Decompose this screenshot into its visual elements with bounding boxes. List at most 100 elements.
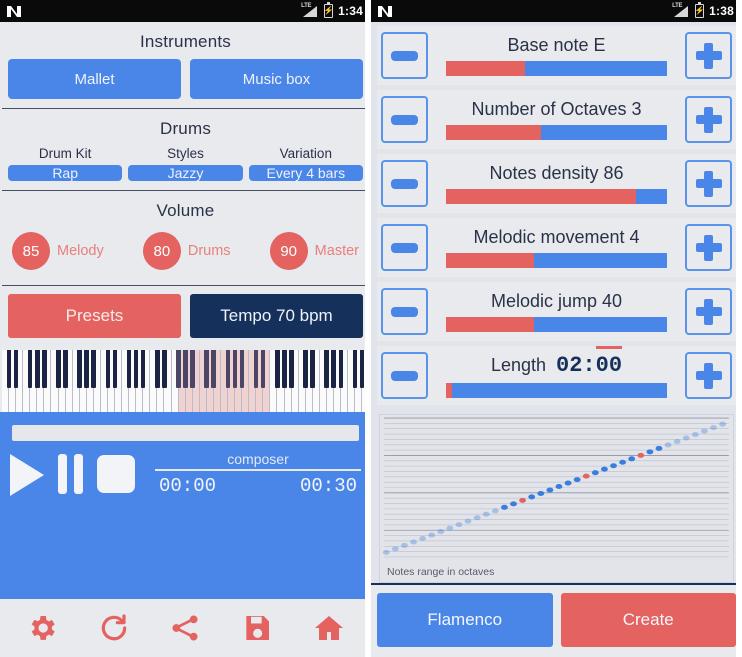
piano-white-key[interactable] [242,350,250,412]
piano-white-key[interactable] [220,350,228,412]
param-slider[interactable] [445,61,668,76]
piano-white-key[interactable] [185,350,193,412]
param-slider[interactable] [445,189,668,204]
piano-white-key[interactable] [136,350,144,412]
piano-white-key[interactable] [171,350,179,412]
piano-white-key[interactable] [355,350,363,412]
piano-white-key[interactable] [199,350,207,412]
piano-white-key[interactable] [150,350,158,412]
pause-icon[interactable] [58,454,83,494]
piano-white-key[interactable] [291,350,299,412]
param-slider[interactable] [445,253,668,268]
piano-white-key[interactable] [178,350,186,412]
decrement-button[interactable] [381,32,428,79]
piano-white-key[interactable] [319,350,327,412]
piano-white-key[interactable] [164,350,172,412]
instrument-music-box-button[interactable]: Music box [190,59,363,99]
volume-drums-value[interactable]: 80 [142,232,181,270]
drum-kit-value-button[interactable]: Rap [8,165,123,181]
flamenco-style-button[interactable]: Flamenco [377,593,553,647]
piano-white-key[interactable] [228,350,236,412]
volume-master-value[interactable]: 90 [269,232,308,270]
volume-master[interactable]: 90 Master [269,232,359,270]
piano-white-key[interactable] [23,350,31,412]
piano-white-key[interactable] [263,350,271,412]
seek-slider[interactable] [12,425,359,441]
piano-white-key[interactable] [277,350,285,412]
piano-white-key[interactable] [270,350,278,412]
minus-icon [391,178,418,189]
presets-button[interactable]: Presets [8,294,181,338]
piano-white-key[interactable] [284,350,292,412]
param-slider[interactable] [445,125,668,140]
increment-button[interactable] [685,288,732,335]
piano-white-key[interactable] [235,350,243,412]
piano-white-key[interactable] [249,350,257,412]
drum-variation-value-button[interactable]: Every 4 bars [248,165,363,181]
length-value[interactable]: 02:00 [556,346,623,378]
decrement-button[interactable] [381,96,428,143]
save-icon[interactable] [235,606,279,650]
piano-white-key[interactable] [157,350,165,412]
stop-icon[interactable] [97,455,135,493]
increment-button[interactable] [685,160,732,207]
piano-white-key[interactable] [72,350,80,412]
increment-button[interactable] [685,224,732,271]
home-icon[interactable] [307,606,351,650]
active-field-underline [596,346,623,349]
piano-white-key[interactable] [79,350,87,412]
param-slider[interactable] [445,317,668,332]
piano-white-key[interactable] [206,350,214,412]
settings-gear-icon[interactable] [20,606,64,650]
piano-white-key[interactable] [341,350,349,412]
decrement-button[interactable] [381,160,428,207]
piano-white-key[interactable] [30,350,38,412]
piano-white-key[interactable] [326,350,334,412]
increment-button[interactable] [685,32,732,79]
increment-button[interactable] [685,96,732,143]
elapsed-time: 00:00 [159,475,217,497]
piano-keyboard[interactable] [0,346,371,412]
drum-kit-column: Drum Kit Rap [8,146,123,181]
share-icon[interactable] [163,606,207,650]
refresh-icon[interactable] [92,606,136,650]
create-button[interactable]: Create [560,593,736,647]
volume-melody[interactable]: 85 Melody [12,232,104,270]
piano-white-key[interactable] [93,350,101,412]
piano-white-key[interactable] [100,350,108,412]
piano-white-key[interactable] [86,350,94,412]
piano-keys[interactable] [2,350,369,412]
piano-white-key[interactable] [9,350,17,412]
piano-white-key[interactable] [51,350,59,412]
drum-styles-value-button[interactable]: Jazzy [128,165,243,181]
instrument-mallet-button[interactable]: Mallet [8,59,181,99]
play-icon[interactable] [10,454,44,496]
piano-white-key[interactable] [37,350,45,412]
piano-white-key[interactable] [298,350,306,412]
piano-white-key[interactable] [129,350,137,412]
piano-white-key[interactable] [305,350,313,412]
piano-white-key[interactable] [115,350,123,412]
piano-white-key[interactable] [312,350,320,412]
volume-melody-value[interactable]: 85 [12,232,50,270]
piano-white-key[interactable] [256,350,264,412]
tempo-button[interactable]: Tempo 70 bpm [190,294,363,338]
piano-white-key[interactable] [65,350,73,412]
piano-white-key[interactable] [122,350,130,412]
piano-white-key[interactable] [107,350,115,412]
piano-white-key[interactable] [192,350,200,412]
piano-white-key[interactable] [333,350,341,412]
decrement-button[interactable] [381,288,428,335]
param-slider[interactable] [445,383,668,398]
piano-white-key[interactable] [44,350,52,412]
piano-white-key[interactable] [16,350,24,412]
increment-button[interactable] [685,352,732,399]
piano-white-key[interactable] [58,350,66,412]
piano-white-key[interactable] [143,350,151,412]
piano-white-key[interactable] [348,350,356,412]
decrement-button[interactable] [381,352,428,399]
piano-white-key[interactable] [213,350,221,412]
decrement-button[interactable] [381,224,428,271]
volume-drums[interactable]: 80 Drums [142,232,231,270]
piano-white-key[interactable] [2,350,10,412]
